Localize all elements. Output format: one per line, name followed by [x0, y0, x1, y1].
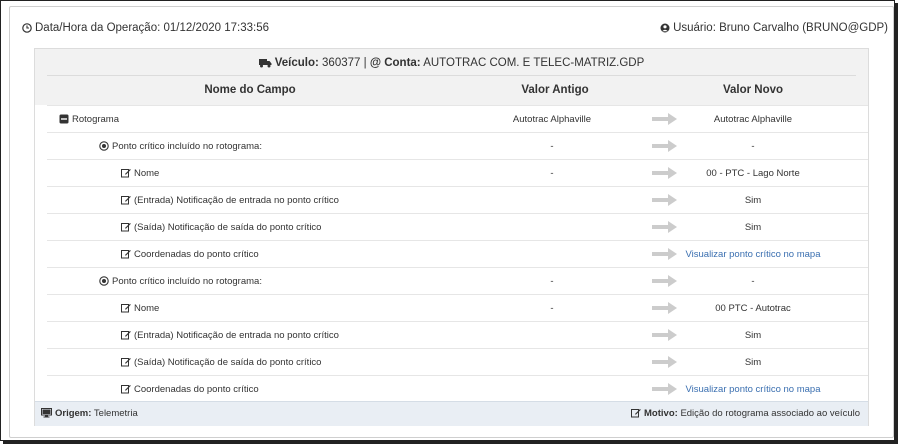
header-divider	[47, 75, 856, 76]
field-name: Rotograma	[59, 114, 119, 125]
column-header-new: Valor Novo	[722, 84, 784, 96]
field-name: Coordenadas do ponto crítico	[121, 384, 259, 395]
old-value: Autotrac Alphaville	[512, 114, 592, 125]
field-name-text: Nome	[134, 168, 160, 179]
operation-header: Data/Hora da Operação: 01/12/2020 17:33:…	[22, 22, 888, 38]
table-row: Ponto crítico incluído no rotograma: - -	[47, 132, 868, 160]
edit-icon	[121, 196, 131, 205]
table-row: Ponto crítico incluído no rotograma: - -	[47, 267, 868, 295]
field-name-text: (Entrada) Notificação de entrada no pont…	[134, 330, 339, 341]
clock-icon	[22, 23, 32, 33]
account-value: AUTOTRAC COM. E TELEC-MATRIZ.GDP	[423, 57, 645, 69]
edit-icon	[121, 250, 131, 259]
changes-table: Veículo: 360377 | @ Conta: AUTOTRAC COM.…	[34, 48, 869, 426]
table-row: Rotograma Autotrac Alphaville Autotrac Alp…	[47, 105, 868, 133]
field-name-text: (Saída) Notificação de saída do ponto cr…	[134, 357, 322, 368]
origin-info: Origem: Telemetria	[41, 408, 138, 419]
table-row: (Saída) Notificação de saída do ponto cr…	[47, 213, 868, 241]
field-name: (Saída) Notificação de saída do ponto cr…	[121, 222, 321, 233]
window-frame: Data/Hora da Operação: 01/12/2020 17:33:…	[0, 0, 895, 441]
user-label: Usuário:	[673, 22, 716, 34]
new-value: -	[751, 141, 755, 152]
edit-icon	[631, 409, 641, 418]
table-row: (Entrada) Notificação de entrada no pont…	[47, 321, 868, 349]
vehicle-label: Veículo:	[274, 57, 319, 69]
field-name: Ponto crítico incluído no rotograma:	[99, 276, 262, 287]
field-name: Coordenadas do ponto crítico	[121, 249, 259, 260]
new-value: -	[751, 276, 755, 287]
monitor-icon	[41, 408, 52, 418]
field-name-text: Coordenadas do ponto crítico	[134, 249, 259, 260]
user-value: Bruno Carvalho (BRUNO@GDP)	[719, 22, 888, 34]
table-row: Nome - 00 PTC - Autotrac	[47, 294, 868, 322]
table-row: Nome - 00 - PTC - Lago Norte	[47, 159, 868, 187]
table-footer: Origem: Telemetria Motivo: Edição do rot…	[35, 401, 868, 426]
account-label: @ Conta:	[369, 57, 421, 69]
new-value: Autotrac Alphaville	[713, 114, 793, 125]
user-info: Usuário: Bruno Carvalho (BRUNO@GDP)	[660, 22, 888, 34]
column-header-field: Nome do Campo	[204, 84, 296, 96]
field-name-text: Ponto crítico incluído no rotograma:	[112, 141, 262, 152]
edit-icon	[121, 358, 131, 367]
field-name: Nome	[121, 303, 159, 314]
field-name-text: Ponto crítico incluído no rotograma:	[112, 276, 262, 287]
table-header: Veículo: 360377 | @ Conta: AUTOTRAC COM.…	[35, 49, 868, 105]
column-header-old: Valor Antigo	[521, 84, 589, 96]
new-value: Sim	[744, 357, 762, 368]
view-on-map-link[interactable]: Visualizar ponto crítico no mapa	[667, 249, 839, 260]
reason-label: Motivo:	[644, 408, 678, 419]
origin-label: Origem:	[55, 408, 92, 419]
vehicle-value: 360377	[322, 57, 361, 69]
new-value: 00 PTC - Autotrac	[715, 303, 791, 314]
edit-icon	[121, 304, 131, 313]
field-name: Ponto crítico incluído no rotograma:	[99, 141, 262, 152]
new-value: Sim	[744, 222, 762, 233]
table-row: (Saída) Notificação de saída do ponto cr…	[47, 348, 868, 376]
edit-icon	[121, 331, 131, 340]
field-name: (Entrada) Notificação de entrada no pont…	[121, 330, 339, 341]
field-name: Nome	[121, 168, 159, 179]
dot-circle-icon	[99, 141, 109, 151]
reason-value: Edição do rotograma associado ao veículo	[680, 408, 860, 419]
field-name-text: Nome	[134, 303, 160, 314]
new-value: 00 - PTC - Lago Norte	[706, 168, 800, 179]
field-name-text: (Entrada) Notificação de entrada no pont…	[134, 195, 339, 206]
operation-value: 01/12/2020 17:33:56	[163, 22, 270, 34]
truck-icon	[258, 59, 272, 68]
dot-circle-icon	[99, 276, 109, 286]
table-row: (Entrada) Notificação de entrada no pont…	[47, 186, 868, 214]
old-value: -	[550, 168, 554, 179]
table-row: Coordenadas do ponto crítico Visualizar p…	[47, 375, 868, 403]
table-row: Coordenadas do ponto crítico Visualizar p…	[47, 240, 868, 268]
old-value: -	[550, 141, 554, 152]
view-on-map-link[interactable]: Visualizar ponto crítico no mapa	[667, 384, 839, 395]
operation-label: Data/Hora da Operação:	[35, 22, 161, 34]
old-value: -	[550, 276, 554, 287]
edit-icon	[121, 385, 131, 394]
origin-value: Telemetria	[93, 408, 138, 419]
field-name: (Entrada) Notificação de entrada no pont…	[121, 195, 339, 206]
field-name-text: Coordenadas do ponto crítico	[134, 384, 259, 395]
field-name-text: Rotograma	[72, 114, 119, 125]
new-value: Sim	[744, 330, 762, 341]
reason-info: Motivo: Edição do rotograma associado ao…	[631, 408, 860, 419]
edit-icon	[121, 223, 131, 232]
separator: |	[363, 57, 367, 69]
user-icon	[660, 23, 670, 33]
operation-datetime: Data/Hora da Operação: 01/12/2020 17:33:…	[22, 22, 269, 34]
old-value: -	[550, 303, 554, 314]
field-name-text: (Saída) Notificação de saída do ponto cr…	[134, 222, 322, 233]
new-value: Sim	[744, 195, 762, 206]
minus-square-icon	[59, 114, 69, 124]
vehicle-account-line: Veículo: 360377 | @ Conta: AUTOTRAC COM.…	[35, 57, 868, 69]
field-name: (Saída) Notificação de saída do ponto cr…	[121, 357, 321, 368]
edit-icon	[121, 169, 131, 178]
